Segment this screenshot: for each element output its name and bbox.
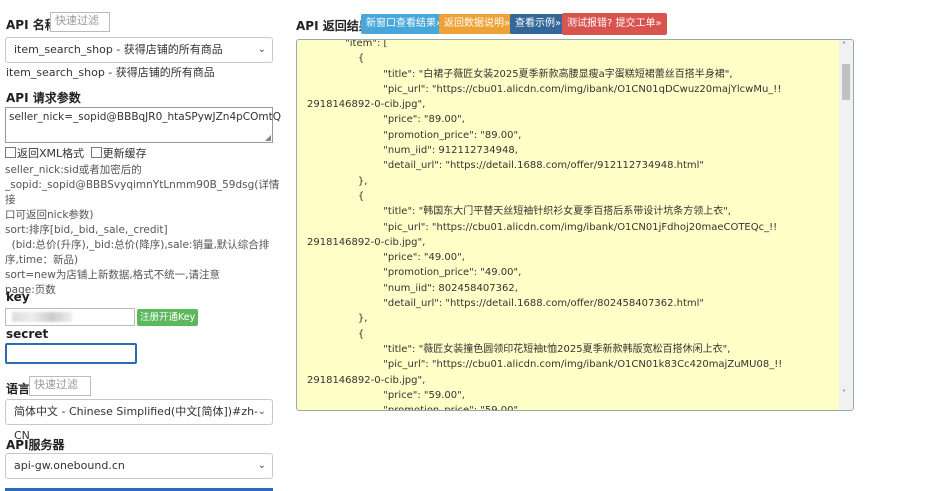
server-select-value: api-gw.onebound.cn xyxy=(14,459,125,472)
language-label: 语言 xyxy=(6,382,31,396)
help-line: _sopid:_sopid@BBBSvyqimnYtLnmm90B_59dsg(… xyxy=(5,179,280,206)
result-scrollbar[interactable]: ˄ ˅ xyxy=(839,40,853,410)
api-filter-input[interactable]: 快速过滤 xyxy=(50,12,110,32)
help-line: (bid:总价(升序),_bid:总价(降序),sale:销量,默认综合排 xyxy=(5,239,270,251)
scroll-down-icon[interactable]: ˅ xyxy=(842,389,846,398)
chevron-down-icon: ⌄ xyxy=(257,44,266,55)
server-select[interactable]: api-gw.onebound.cn ⌄ xyxy=(5,453,273,479)
help-line: 序,time：新品) xyxy=(5,254,79,266)
params-value: seller_nick=_sopid@BBBqJR0_htaSPywJZn4pC… xyxy=(9,111,282,123)
xml-checkbox-label: 返回XML格式 xyxy=(17,147,85,160)
new-window-button[interactable]: 新窗口查看结果» xyxy=(361,14,448,34)
return-docs-button[interactable]: 返回数据说明» xyxy=(439,14,516,34)
scroll-up-icon[interactable]: ˄ xyxy=(842,41,846,50)
chevron-down-icon: ⌄ xyxy=(257,460,266,471)
help-line: page:页数 xyxy=(5,284,56,296)
help-line: 口可返回nick参数) xyxy=(5,209,94,221)
api-description: item_search_shop - 获得店铺的所有商品 xyxy=(6,66,215,79)
params-textarea[interactable]: seller_nick=_sopid@BBBqJR0_htaSPywJZn4pC… xyxy=(5,107,281,143)
params-label: API 请求参数 xyxy=(6,91,81,105)
result-panel[interactable]: "item": [ { "title": "白裙子薇匠女装2025夏季新款高腰显… xyxy=(296,39,854,411)
language-filter-input[interactable]: 快速过滤 xyxy=(29,376,91,396)
result-json: "item": [ { "title": "白裙子薇匠女装2025夏季新款高腰显… xyxy=(307,39,783,411)
server-label: API服务器 xyxy=(6,438,65,452)
params-help: seller_nick:sid或者加密后的 _sopid:_sopid@BBBS… xyxy=(5,163,280,298)
register-key-button[interactable]: 注册开通Key xyxy=(137,309,199,326)
report-error-button[interactable]: 测试报错? 提交工单» xyxy=(562,13,667,35)
chevron-down-icon: ⌄ xyxy=(257,406,266,417)
help-line: sort=new为店铺上新数据,格式不统一,请注意 xyxy=(5,269,221,281)
key-label: key xyxy=(6,290,30,304)
refresh-cache-label: 更新缓存 xyxy=(102,147,147,160)
result-label: API 返回结果 xyxy=(296,19,371,33)
api-select-value: item_search_shop - 获得店铺的所有商品 xyxy=(14,43,223,56)
language-select[interactable]: 简体中文 - Chinese Simplified(中文[简体])#zh-CN … xyxy=(5,399,273,442)
help-line: seller_nick:sid或者加密后的 xyxy=(5,164,142,176)
scrollbar-thumb[interactable] xyxy=(842,64,850,100)
view-example-button[interactable]: 查看示例» xyxy=(510,14,567,34)
resize-handle-icon[interactable]: ◢ xyxy=(265,133,271,142)
api-select[interactable]: item_search_shop - 获得店铺的所有商品 ⌄ xyxy=(5,37,273,63)
secret-input[interactable] xyxy=(5,343,137,364)
xml-checkbox[interactable] xyxy=(5,147,16,158)
help-line: sort:排序[bid,_bid,_sale,_credit] xyxy=(5,224,168,236)
masked-key xyxy=(12,312,72,322)
refresh-cache-checkbox[interactable] xyxy=(90,147,102,158)
secret-label: secret xyxy=(6,327,49,341)
key-input[interactable] xyxy=(5,308,135,326)
